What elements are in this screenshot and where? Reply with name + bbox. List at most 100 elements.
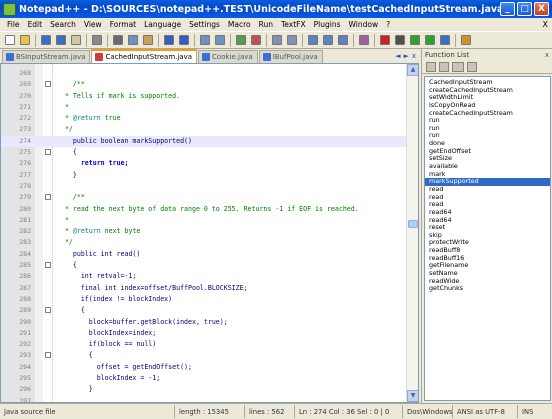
udl-icon[interactable] (357, 33, 371, 47)
code-line[interactable]: 273 */ (1, 124, 406, 135)
code-line[interactable]: 291 blockIndex=index; (1, 328, 406, 339)
scroll-up-icon[interactable]: ▲ (407, 64, 418, 76)
code-line[interactable]: 269 /** (1, 79, 406, 90)
menu-file[interactable]: File (3, 20, 24, 29)
sync-h-icon[interactable] (285, 33, 299, 47)
code-line[interactable]: 278 (1, 181, 406, 192)
menu-textfx[interactable]: TextFX (277, 20, 310, 29)
fold-toggle-icon[interactable] (45, 194, 51, 201)
tab-close-icon[interactable]: x (411, 52, 417, 60)
menu-format[interactable]: Format (106, 20, 140, 29)
tab-ibufpool[interactable]: IBufPool.java (258, 50, 323, 63)
paste-icon[interactable] (141, 33, 155, 47)
sort-alpha-icon[interactable] (439, 61, 449, 72)
code-line[interactable]: 275 { (1, 147, 406, 158)
menu-edit[interactable]: Edit (24, 20, 47, 29)
sync-v-icon[interactable] (270, 33, 284, 47)
code-editor[interactable]: 268 269 /** 270 * Tells if mark is support… (0, 63, 419, 403)
fold-toggle-icon[interactable] (45, 352, 51, 359)
code-line[interactable]: 296 } (1, 384, 406, 395)
function-list-item[interactable]: read (425, 185, 550, 194)
maximize-button[interactable]: □ (517, 2, 532, 16)
print-icon[interactable] (90, 33, 104, 47)
function-list-item[interactable]: createCachedInputStream (425, 109, 550, 118)
save-all-icon[interactable] (54, 33, 68, 47)
code-line[interactable]: 274 public boolean markSupported() (1, 135, 406, 148)
code-line[interactable]: 288 if(index != blockIndex) (1, 294, 406, 305)
code-line[interactable]: 277 } (1, 170, 406, 181)
redo-icon[interactable] (177, 33, 191, 47)
code-line[interactable]: 283 */ (1, 237, 406, 248)
scroll-down-icon[interactable]: ▼ (407, 390, 418, 402)
tab-bsinputstream[interactable]: BSInputStream.java (2, 50, 91, 63)
menu-view[interactable]: View (80, 20, 106, 29)
menu-help[interactable]: ? (382, 20, 394, 29)
code-line[interactable]: 276 return true; (1, 158, 406, 169)
wrap-icon[interactable] (306, 33, 320, 47)
menu-language[interactable]: Language (140, 20, 185, 29)
function-list-item[interactable]: run (425, 124, 550, 133)
fold-toggle-icon[interactable] (45, 81, 51, 88)
indent-guide-icon[interactable] (336, 33, 350, 47)
function-list-item[interactable]: getChunks (425, 285, 550, 293)
code-line[interactable]: 270 * Tells if mark is supported. (1, 91, 406, 102)
cut-icon[interactable] (111, 33, 125, 47)
record-macro-icon[interactable] (378, 33, 392, 47)
code-line[interactable]: 289 { (1, 305, 406, 316)
tab-scroll-left-icon[interactable]: ◄ (394, 52, 401, 60)
play-macro-icon[interactable] (408, 33, 422, 47)
function-list-item[interactable]: reset (425, 224, 550, 232)
replace-icon[interactable] (213, 33, 227, 47)
menu-plugins[interactable]: Plugins (310, 20, 345, 29)
zoom-out-icon[interactable] (249, 33, 263, 47)
code-line[interactable]: 272 * @return true (1, 113, 406, 124)
code-line[interactable]: 286 int retval=-1; (1, 271, 406, 282)
undo-icon[interactable] (162, 33, 176, 47)
code-line[interactable]: 292 if(block == null) (1, 339, 406, 350)
function-list-item[interactable]: markSupported (425, 178, 550, 186)
show-all-icon[interactable] (321, 33, 335, 47)
save-macro-icon[interactable] (438, 33, 452, 47)
fold-toggle-icon[interactable] (45, 262, 51, 269)
close-window-button[interactable]: X (534, 2, 549, 16)
tab-scroll-right-icon[interactable]: ► (402, 52, 409, 60)
play-multiple-icon[interactable] (423, 33, 437, 47)
menu-run[interactable]: Run (255, 20, 277, 29)
copy-icon[interactable] (126, 33, 140, 47)
menu-search[interactable]: Search (46, 20, 80, 29)
code-line[interactable]: 284 public int read() (1, 249, 406, 260)
menu-window[interactable]: Window (345, 20, 383, 29)
save-icon[interactable] (39, 33, 53, 47)
code-line[interactable]: 294 offset = getEndOffset(); (1, 362, 406, 373)
tab-cachedinputstream[interactable]: CachedInputStream.java (91, 49, 198, 63)
stop-macro-icon[interactable] (393, 33, 407, 47)
new-file-icon[interactable] (3, 33, 17, 47)
function-list-icon[interactable] (459, 33, 473, 47)
close-panel-icon[interactable]: x (545, 51, 549, 59)
reload-icon[interactable] (467, 61, 477, 72)
sort-icon[interactable] (426, 61, 436, 72)
tab-cookie[interactable]: Cookie.java (198, 50, 258, 63)
code-line[interactable]: 271 * (1, 102, 406, 113)
minimize-button[interactable]: _ (500, 2, 515, 16)
code-line[interactable]: 297 (1, 396, 406, 402)
zoom-in-icon[interactable] (234, 33, 248, 47)
code-line[interactable]: 287 final int index=offset/BuffPool.BLOC… (1, 283, 406, 294)
code-line[interactable]: 290 block=buffer.getBlock(index, true); (1, 317, 406, 328)
open-file-icon[interactable] (18, 33, 32, 47)
search-field[interactable] (452, 61, 464, 72)
code-line[interactable]: 281 * (1, 215, 406, 226)
menu-settings[interactable]: Settings (185, 20, 224, 29)
menu-macro[interactable]: Macro (224, 20, 255, 29)
find-icon[interactable] (198, 33, 212, 47)
code-line[interactable]: 293 { (1, 350, 406, 361)
code-line[interactable]: 295 blockIndex = -1; (1, 373, 406, 384)
close-icon[interactable] (69, 33, 83, 47)
scroll-thumb[interactable] (408, 220, 418, 228)
vertical-scrollbar[interactable]: ▲ ▼ (406, 64, 418, 402)
code-line[interactable]: 268 (1, 68, 406, 79)
function-list-item[interactable]: read (425, 193, 550, 202)
close-document-icon[interactable]: X (543, 20, 548, 29)
code-line[interactable]: 280 * read the next byte of data range 0… (1, 204, 406, 215)
function-list-item[interactable]: run (425, 117, 550, 125)
